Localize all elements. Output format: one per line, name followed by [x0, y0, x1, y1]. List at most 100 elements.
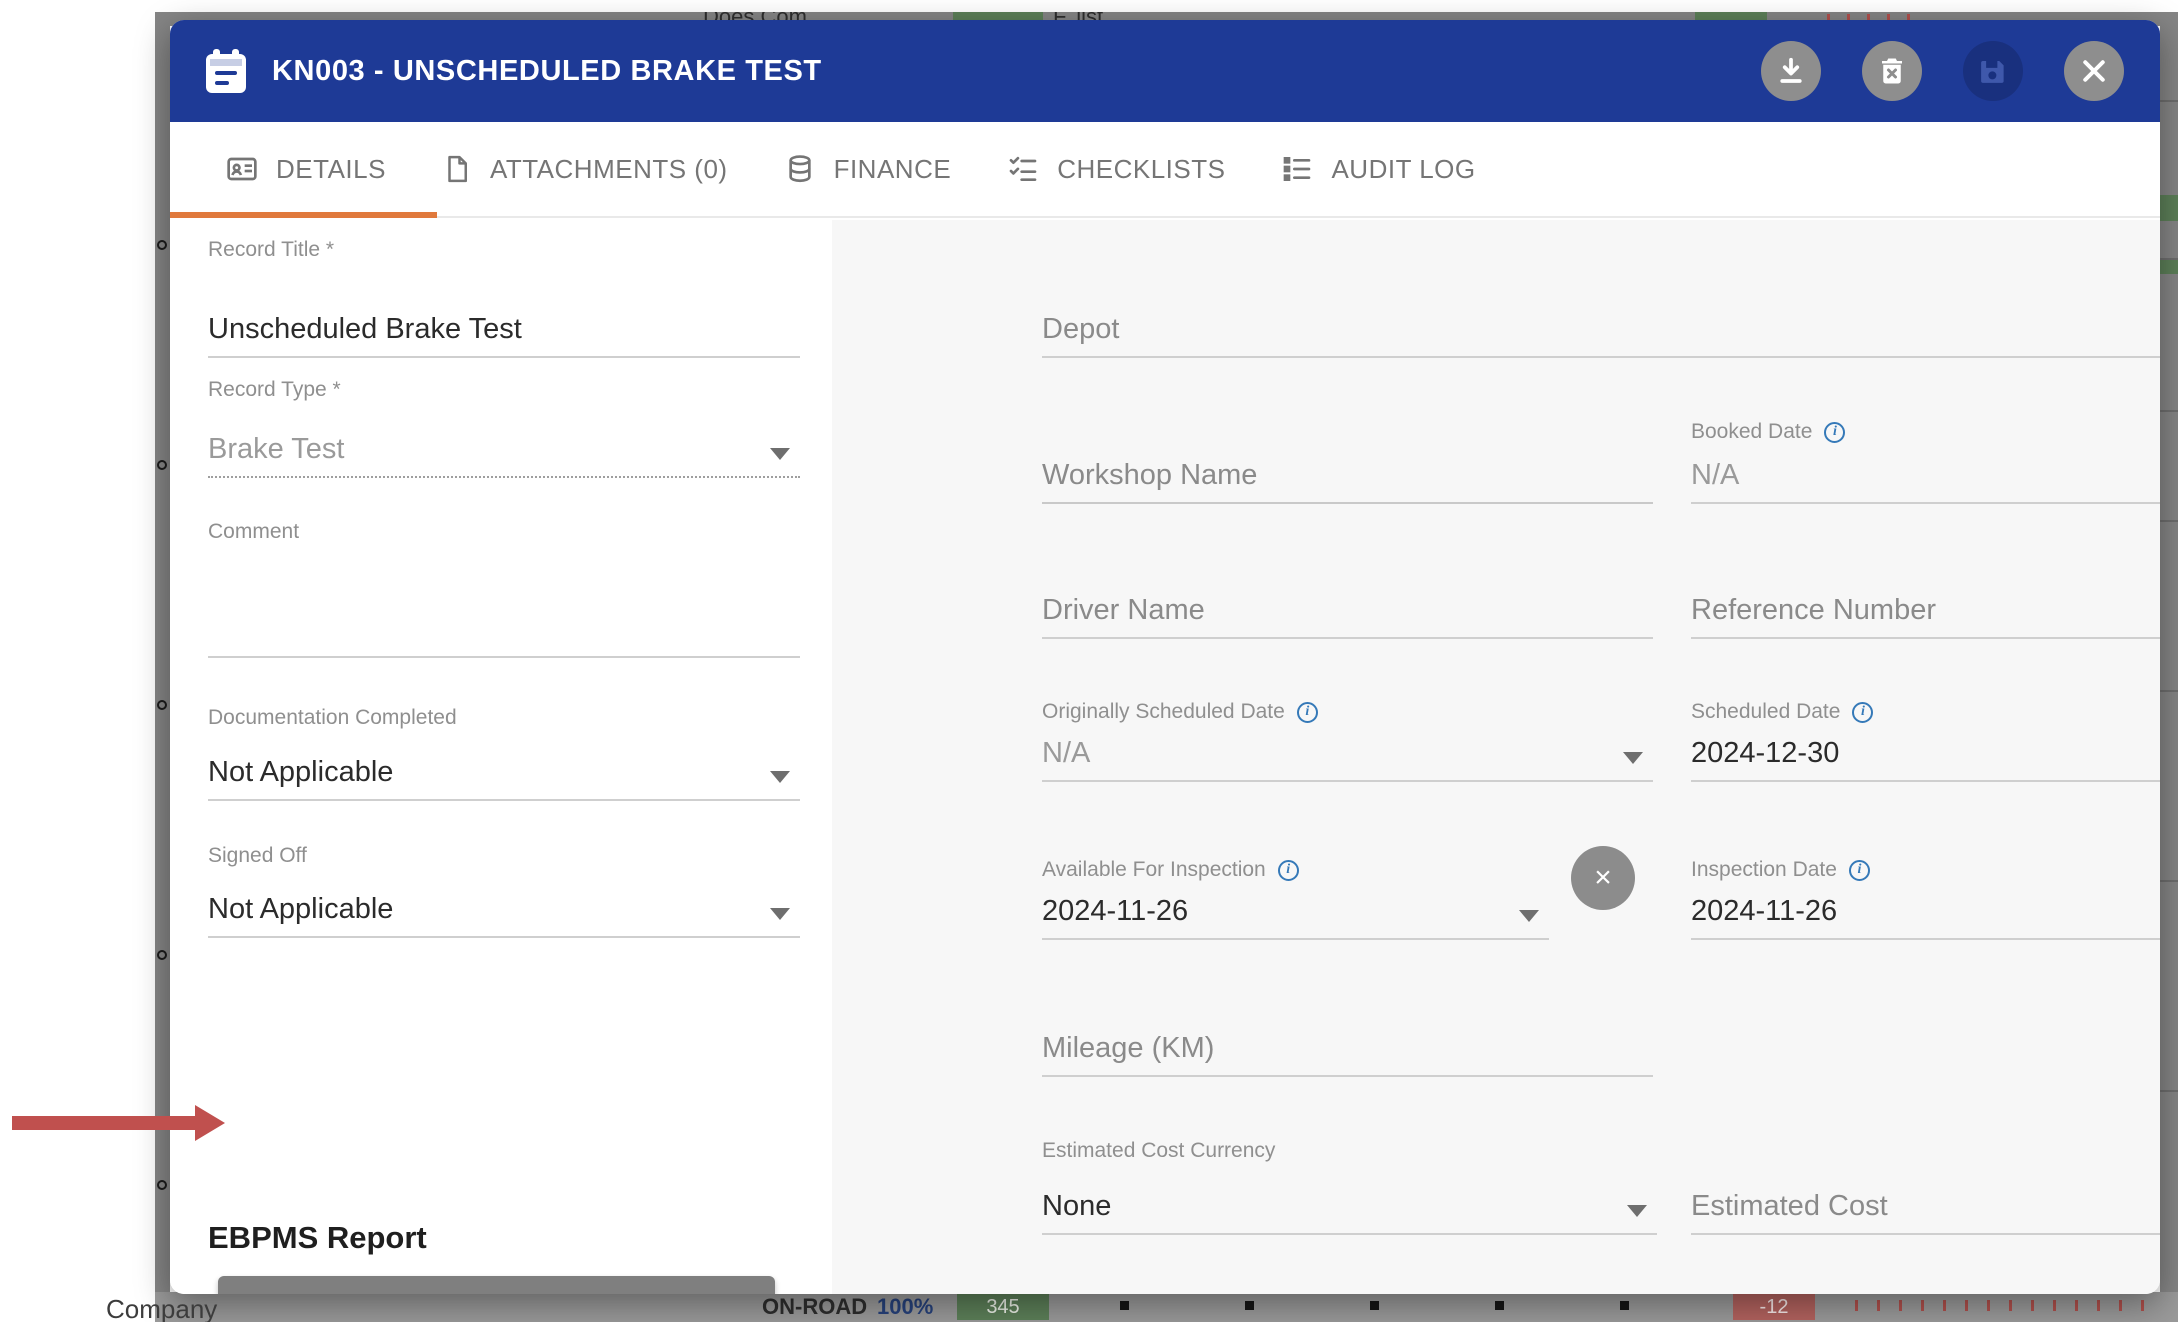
background-glyph [157, 1180, 167, 1190]
close-button[interactable] [2064, 41, 2124, 101]
chevron-down-icon [1623, 752, 1643, 764]
record-type-label: Record Type * [208, 378, 341, 402]
dimmed-background-bottom: ON-ROAD 100% 345 -12 [155, 1292, 2178, 1322]
download-button[interactable] [1761, 41, 1821, 101]
tab-label: CHECKLISTS [1057, 154, 1225, 185]
annotation-arrow [12, 1105, 225, 1141]
tab-label: DETAILS [276, 154, 386, 185]
chevron-down-icon [1627, 1205, 1647, 1217]
originally-scheduled-date-select[interactable]: Originally Scheduled Date i N/A [1042, 700, 1653, 782]
mileage-input[interactable]: Mileage (KM) [1042, 1015, 1653, 1077]
documentation-completed-label: Documentation Completed [208, 706, 457, 730]
modal-content: Record Title * Unscheduled Brake Test Re… [170, 220, 2160, 1294]
clear-available-for-inspection-button[interactable]: × [1571, 846, 1635, 910]
record-type-value: Brake Test [208, 433, 344, 466]
scheduled-date-value: 2024-12-30 [1691, 737, 1839, 770]
info-icon[interactable]: i [1824, 422, 1845, 443]
header-actions [1761, 41, 2124, 101]
record-title-value: Unscheduled Brake Test [208, 313, 522, 346]
delete-button[interactable] [1862, 41, 1922, 101]
chevron-down-icon [770, 771, 790, 783]
record-title-field[interactable]: Record Title * Unscheduled Brake Test [208, 238, 800, 358]
screen: Does Com F..list ON-ROAD 100% 345 [0, 0, 2178, 1322]
tab-finance[interactable]: FINANCE [784, 153, 952, 185]
booked-date-value: N/A [1691, 459, 1739, 492]
record-title-label: Record Title * [208, 238, 334, 262]
background-table-cell: 345 [957, 1294, 1049, 1320]
dimmed-background-right [2160, 12, 2178, 1310]
record-type-field[interactable]: Record Type * Brake Test [208, 378, 800, 478]
depot-select[interactable]: Depot [1042, 298, 2160, 358]
tab-audit-log[interactable]: AUDIT LOG [1281, 153, 1475, 185]
inspection-date-label: Inspection Date i [1691, 858, 1870, 882]
comment-label: Comment [208, 520, 299, 544]
workshop-name-input[interactable]: Workshop Name [1042, 442, 1653, 504]
documentation-completed-value: Not Applicable [208, 756, 393, 789]
reference-number-input[interactable]: Reference Number [1691, 577, 2160, 639]
inspection-date-select[interactable]: Inspection Date i 2024-11-26 [1691, 858, 2160, 940]
originally-scheduled-date-value: N/A [1042, 737, 1090, 770]
download-icon [1776, 56, 1806, 86]
close-icon [2079, 56, 2109, 86]
modal-header: KN003 - UNSCHEDULED BRAKE TEST [170, 20, 2160, 122]
active-tab-indicator [170, 212, 437, 218]
background-row-label: ON-ROAD [762, 1294, 867, 1320]
info-icon[interactable]: i [1849, 860, 1870, 881]
background-glyph [157, 460, 167, 470]
tab-label: AUDIT LOG [1331, 154, 1475, 185]
documentation-completed-select[interactable]: Documentation Completed Not Applicable [208, 706, 800, 801]
list-icon [1281, 153, 1313, 185]
comment-field[interactable]: Comment [208, 520, 800, 658]
coins-icon [784, 153, 816, 185]
service-event-modal: KN003 - UNSCHEDULED BRAKE TEST [170, 20, 2160, 1294]
driver-name-placeholder: Driver Name [1042, 594, 1205, 627]
estimated-cost-input[interactable]: Estimated Cost [1691, 1173, 2160, 1235]
background-company-label: Company [106, 1294, 217, 1322]
signed-off-value: Not Applicable [208, 893, 393, 926]
tab-attachments[interactable]: ATTACHMENTS (0) [442, 153, 728, 185]
scheduled-date-select[interactable]: Scheduled Date i 2024-12-30 [1691, 700, 2160, 782]
estimated-cost-currency-select[interactable]: Estimated Cost Currency None [1042, 1139, 1657, 1235]
details-left-panel: Record Title * Unscheduled Brake Test Re… [170, 220, 832, 1294]
info-icon[interactable]: i [1852, 702, 1873, 723]
chevron-down-icon [1519, 910, 1539, 922]
delete-icon [1877, 56, 1907, 86]
background-glyph [157, 700, 167, 710]
inspection-date-value: 2024-11-26 [1691, 895, 1837, 928]
estimated-cost-currency-value: None [1042, 1190, 1111, 1223]
reference-number-placeholder: Reference Number [1691, 594, 1936, 627]
signed-off-select[interactable]: Signed Off Not Applicable [208, 844, 800, 938]
save-icon [1978, 56, 2008, 86]
driver-name-input[interactable]: Driver Name [1042, 577, 1653, 639]
event-note-icon [206, 49, 246, 93]
mileage-placeholder: Mileage (KM) [1042, 1032, 1214, 1065]
background-percent: 100% [877, 1294, 933, 1320]
available-for-inspection-label: Available For Inspection i [1042, 858, 1299, 882]
estimated-cost-placeholder: Estimated Cost [1691, 1190, 1888, 1223]
available-for-inspection-select[interactable]: Available For Inspection i 2024-11-26 [1042, 858, 1549, 940]
available-for-inspection-value: 2024-11-26 [1042, 895, 1188, 928]
booked-date-label: Booked Date i [1691, 420, 1845, 444]
save-button[interactable] [1963, 41, 2023, 101]
tab-label: ATTACHMENTS (0) [490, 154, 728, 185]
tab-bar: DETAILS ATTACHMENTS (0) FINANCE [170, 122, 2160, 218]
modal-title: KN003 - UNSCHEDULED BRAKE TEST [272, 55, 822, 88]
info-icon[interactable]: i [1278, 860, 1299, 881]
workshop-name-placeholder: Workshop Name [1042, 459, 1257, 492]
info-icon[interactable]: i [1297, 702, 1318, 723]
scheduled-date-label: Scheduled Date i [1691, 700, 1873, 724]
tab-checklists[interactable]: CHECKLISTS [1007, 153, 1225, 185]
signed-off-label: Signed Off [208, 844, 307, 868]
tab-details[interactable]: DETAILS [226, 153, 386, 185]
chevron-down-icon [770, 908, 790, 920]
background-glyph [157, 950, 167, 960]
originally-scheduled-date-label: Originally Scheduled Date i [1042, 700, 1318, 724]
booked-date-select[interactable]: Booked Date i N/A [1691, 420, 2160, 504]
background-table-cell: -12 [1733, 1294, 1815, 1320]
checklist-icon [1007, 153, 1039, 185]
reset-ebpms-system-button[interactable]: RESET EBPMS SYSTEM [218, 1276, 775, 1294]
depot-placeholder: Depot [1042, 313, 1119, 346]
chevron-down-icon [770, 448, 790, 460]
background-glyph [157, 240, 167, 250]
ebpms-report-heading: EBPMS Report [208, 1220, 427, 1256]
